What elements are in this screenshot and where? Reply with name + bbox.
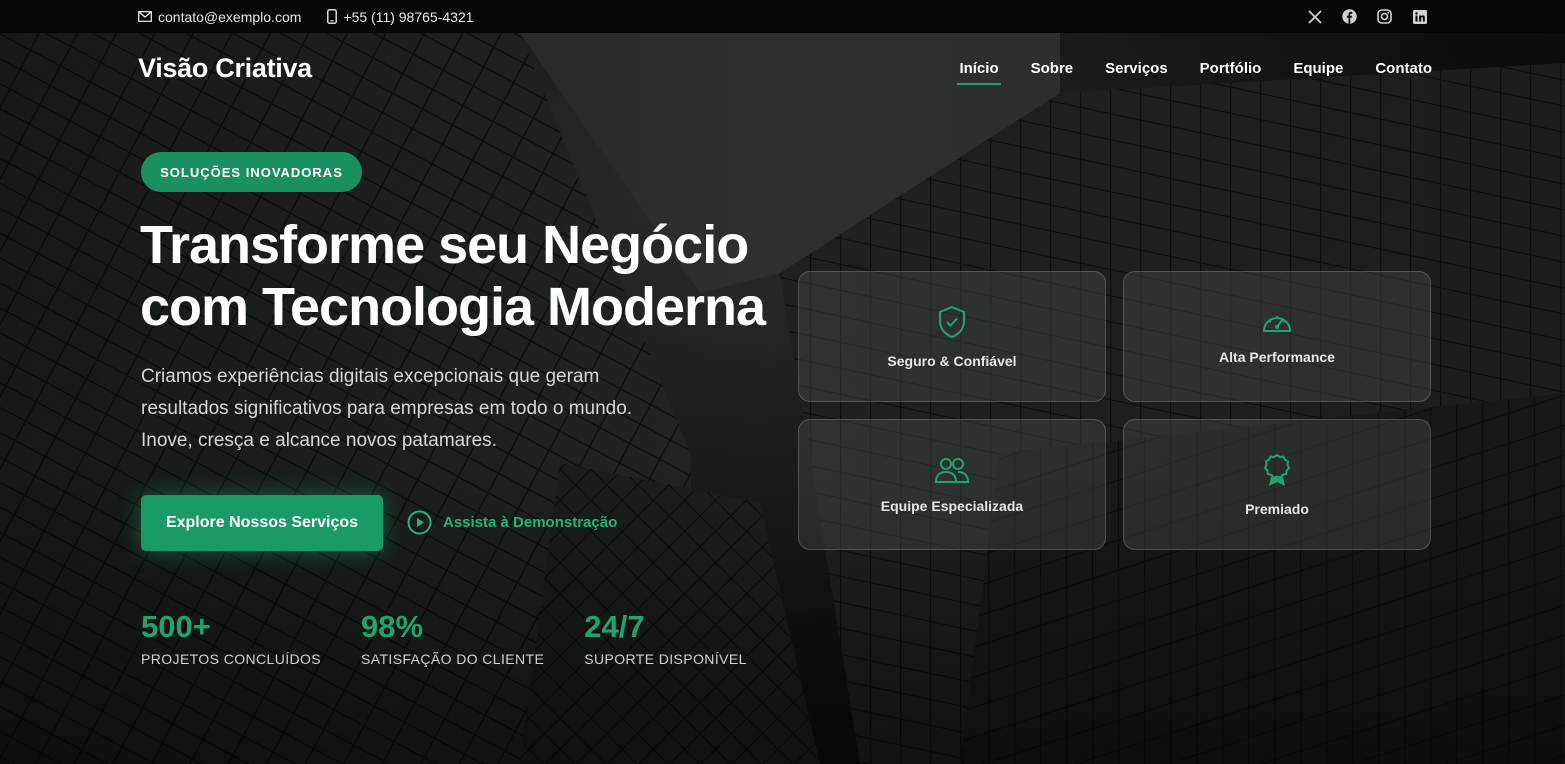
nav-item-portfolio[interactable]: Portfólio	[1200, 60, 1262, 83]
feature-label: Alta Performance	[1219, 348, 1335, 365]
feature-card-performance[interactable]: Alta Performance	[1123, 271, 1431, 402]
feature-cards: Seguro & Confiável Alta Performance Equi…	[798, 271, 1431, 550]
award-icon	[1264, 453, 1290, 486]
people-icon	[934, 457, 970, 483]
stat-projects: 500+ PROJETOS CONCLUÍDOS	[141, 609, 321, 667]
speedometer-icon	[1263, 315, 1291, 332]
play-circle-icon	[407, 510, 432, 535]
stat-label: SATISFAÇÃO DO CLIENTE	[361, 651, 545, 667]
nav-item-sobre[interactable]: Sobre	[1031, 60, 1074, 83]
feature-label: Equipe Especializada	[880, 497, 1024, 514]
feature-label: Premiado	[1245, 500, 1309, 517]
hero-subtitle: Criamos experiências digitais excepciona…	[141, 366, 633, 451]
instagram-icon[interactable]	[1377, 9, 1392, 24]
nav-item-servicos[interactable]: Serviços	[1105, 60, 1168, 83]
stat-support: 24/7 SUPORTE DISPONÍVEL	[584, 609, 747, 667]
watch-demo-label: Assista à Demonstração	[443, 514, 618, 531]
feature-label: Seguro & Confiável	[887, 352, 1017, 369]
stat-value: 98%	[361, 609, 424, 644]
shield-check-icon	[939, 305, 965, 338]
phone-icon	[327, 9, 338, 24]
hero-headline: Transforme seu Negócio com Tecnologia Mo…	[140, 214, 800, 338]
stat-label: PROJETOS CONCLUÍDOS	[141, 651, 322, 667]
feature-card-award[interactable]: Premiado	[1123, 419, 1431, 550]
stats-row: 500+ PROJETOS CONCLUÍDOS 98% SATISFAÇÃO …	[141, 609, 787, 667]
top-bar: contato@exemplo.com +55 (11) 98765-4321	[0, 0, 1565, 33]
feature-card-secure[interactable]: Seguro & Confiável	[798, 271, 1106, 402]
stat-label: SUPORTE DISPONÍVEL	[584, 651, 747, 667]
feature-card-team[interactable]: Equipe Especializada	[798, 419, 1106, 550]
x-icon[interactable]	[1307, 9, 1322, 24]
email-contact[interactable]: contato@exemplo.com	[138, 9, 301, 25]
stat-satisfaction: 98% SATISFAÇÃO DO CLIENTE	[361, 609, 544, 667]
brand-logo[interactable]: Visão Criativa	[138, 53, 312, 84]
main-nav: Início Sobre Serviços Portfólio Equipe C…	[957, 60, 1432, 85]
linkedin-icon[interactable]	[1412, 9, 1427, 24]
phone-text: +55 (11) 98765-4321	[343, 8, 474, 25]
phone-contact[interactable]: +55 (11) 98765-4321	[327, 8, 474, 25]
headline-line-1: Transforme seu Negócio	[140, 215, 749, 275]
watch-demo-link[interactable]: Assista à Demonstração	[407, 510, 617, 535]
explore-services-button[interactable]: Explore Nossos Serviços	[141, 495, 383, 551]
hero-badge: SOLUÇÕES INOVADORAS	[141, 152, 362, 192]
facebook-icon[interactable]	[1342, 9, 1357, 24]
headline-line-2: com Tecnologia Moderna	[140, 277, 766, 337]
stat-value: 500+	[141, 609, 211, 644]
email-text: contato@exemplo.com	[158, 8, 302, 25]
envelope-icon	[138, 11, 152, 22]
nav-item-equipe[interactable]: Equipe	[1293, 60, 1343, 83]
nav-item-contato[interactable]: Contato	[1375, 60, 1432, 83]
stat-value: 24/7	[584, 609, 645, 644]
nav-item-inicio[interactable]: Início	[957, 60, 1001, 85]
social-links	[1307, 9, 1427, 24]
